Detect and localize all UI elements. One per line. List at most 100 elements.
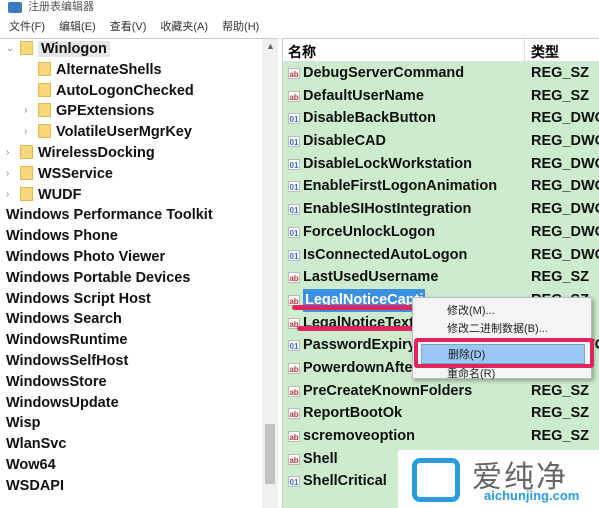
tree-item[interactable]: AutoLogonChecked (0, 81, 262, 102)
value-row[interactable]: 01ForceUnlockLogon REG_DWORD (283, 221, 599, 244)
folder-icon (20, 165, 33, 180)
annotation-underline (297, 326, 427, 331)
tree-item-label: VolatileUserMgrKey (56, 124, 192, 141)
tree-item-label: Wisp (6, 415, 41, 432)
value-type: REG_SZ (531, 87, 590, 104)
value-row[interactable]: ab PreCreateKnownFolders REG_SZ (283, 380, 599, 403)
value-row[interactable]: 01DisableBackButton REG_DWORD (283, 107, 599, 130)
tree-item-label: Windows Phone (6, 228, 118, 245)
tree-item-label: Windows Search (6, 311, 122, 328)
folder-icon (38, 82, 51, 97)
string-value-icon: ab (288, 431, 300, 442)
tree-item[interactable]: › WirelessDocking (0, 143, 262, 164)
tree-item[interactable]: Windows Portable Devices (0, 268, 262, 289)
watermark: 爱纯净 aichunjing.com (398, 450, 599, 508)
tree-item-label: Winlogon (38, 41, 110, 57)
column-header: 名称 类型 (283, 39, 599, 62)
scroll-up-icon[interactable]: ▲ (266, 41, 275, 51)
tree-item[interactable]: Wisp (0, 413, 262, 434)
values-list: ab DebugServerCommand REG_SZ ab DefaultUserN… (283, 62, 599, 508)
regedit-icon (8, 2, 22, 13)
value-row[interactable]: ab DebugServerCommand REG_SZ (283, 62, 599, 85)
tree-item[interactable]: Windows Script Host (0, 289, 262, 310)
value-type: REG_DWORD (531, 133, 599, 150)
tree-item[interactable]: WindowsRuntime (0, 330, 262, 351)
tree-item-label: AutoLogonChecked (56, 82, 194, 99)
value-name: DefaultUserName (303, 87, 424, 104)
value-type: REG_SZ (531, 269, 590, 286)
menu-item[interactable]: 收藏夹(A) (160, 17, 208, 37)
value-row[interactable]: 01DisableCAD REG_DWORD (283, 130, 599, 153)
tree-item[interactable]: › WSService (0, 164, 262, 185)
tree-item[interactable]: AlternateShells (0, 60, 262, 81)
chevron-right-icon[interactable]: › (6, 164, 9, 185)
tree-item-label: WSService (38, 165, 113, 182)
value-type: REG_SZ (531, 65, 590, 81)
annotation-box (414, 338, 594, 368)
column-name[interactable]: 名称 (288, 42, 316, 62)
tree-item-label: Windows Photo Viewer (6, 248, 166, 265)
tree-item[interactable]: ⌄ Winlogon (0, 39, 262, 60)
tree-item[interactable]: WindowsSelfHost (0, 351, 262, 372)
binary-value-icon: 01 (288, 476, 300, 488)
tree-item[interactable]: › WUDF (0, 185, 262, 206)
binary-value-icon: 01 (288, 340, 300, 352)
folder-icon (20, 144, 33, 159)
binary-value-icon: 01 (288, 113, 300, 125)
value-row[interactable]: ab LastUsedUsername REG_SZ (283, 266, 599, 289)
tree-item-label: WindowsUpdate (6, 394, 119, 411)
chevron-right-icon[interactable]: › (6, 143, 9, 164)
tree-item[interactable]: Windows Photo Viewer (0, 247, 262, 268)
tree-item[interactable]: WSDAPI (0, 476, 262, 497)
menu-bar: 文件(F) 编辑(E) 查看(V) 收藏夹(A) 帮助(H) (0, 17, 259, 37)
tree-item[interactable]: WindowsStore (0, 372, 262, 393)
tree-item[interactable]: › GPExtensions (0, 101, 262, 122)
chevron-right-icon[interactable]: › (24, 122, 27, 143)
value-name: DisableCAD (303, 133, 386, 150)
menu-modify[interactable]: 修改(M)... (447, 301, 495, 321)
chevron-down-icon[interactable]: ⌄ (6, 39, 14, 60)
value-row[interactable]: 01EnableSIHostIntegration REG_DWORD (283, 198, 599, 221)
value-row[interactable]: ab scremoveoption REG_SZ (283, 425, 599, 448)
menu-item[interactable]: 帮助(H) (222, 17, 259, 37)
tree-item[interactable]: Windows Performance Toolkit (0, 205, 262, 226)
tree-item[interactable]: Wow64 (0, 455, 262, 476)
folder-icon (38, 124, 51, 139)
tree-item[interactable]: › VolatileUserMgrKey (0, 122, 262, 143)
value-type: REG_DWORD (531, 201, 599, 218)
value-row[interactable]: ab DefaultUserName REG_SZ (283, 85, 599, 108)
value-row[interactable]: ab ReportBootOk REG_SZ (283, 402, 599, 425)
tree-item[interactable]: WlanSvc (0, 434, 262, 455)
binary-value-icon: 01 (288, 249, 300, 261)
tree-item-label: WUDF (38, 186, 82, 203)
value-type: REG_DWORD (531, 246, 599, 263)
tree-scrollbar[interactable]: ▲ (262, 39, 278, 508)
tree-item-label: WindowsSelfHost (6, 352, 129, 369)
value-type: REG_DWORD (531, 178, 599, 195)
menu-item[interactable]: 文件(F) (9, 17, 45, 37)
scroll-thumb[interactable] (265, 424, 275, 484)
value-row[interactable]: 01EnableFirstLogonAnimation REG_DWORD (283, 175, 599, 198)
menu-item[interactable]: 编辑(E) (59, 17, 96, 37)
tree-item[interactable]: Windows Phone (0, 226, 262, 247)
value-name: LastUsedUsername (303, 269, 439, 286)
chevron-right-icon[interactable]: › (24, 101, 27, 122)
string-value-icon: ab (288, 362, 300, 374)
chevron-right-icon[interactable]: › (6, 185, 9, 206)
column-type[interactable]: 类型 (531, 42, 559, 62)
folder-icon (20, 186, 33, 201)
binary-value-icon: 01 (288, 181, 300, 193)
folder-icon (38, 61, 51, 76)
menu-item[interactable]: 查看(V) (110, 17, 147, 37)
value-name: EnableFirstLogonAnimation (303, 178, 498, 195)
tree-item-label: WindowsStore (6, 373, 107, 390)
tree-item[interactable]: Windows Search (0, 309, 262, 330)
value-name: DebugServerCommand (303, 65, 465, 81)
value-type: REG_SZ (531, 382, 590, 399)
folder-icon (38, 103, 51, 118)
value-row[interactable]: 01IsConnectedAutoLogon REG_DWORD (283, 244, 599, 267)
value-row[interactable]: 01DisableLockWorkstation REG_DWORD (283, 153, 599, 176)
menu-modify-binary[interactable]: 修改二进制数据(B)... (447, 319, 548, 339)
tree-item[interactable]: WindowsUpdate (0, 393, 262, 414)
tree-item-label: GPExtensions (56, 103, 155, 120)
